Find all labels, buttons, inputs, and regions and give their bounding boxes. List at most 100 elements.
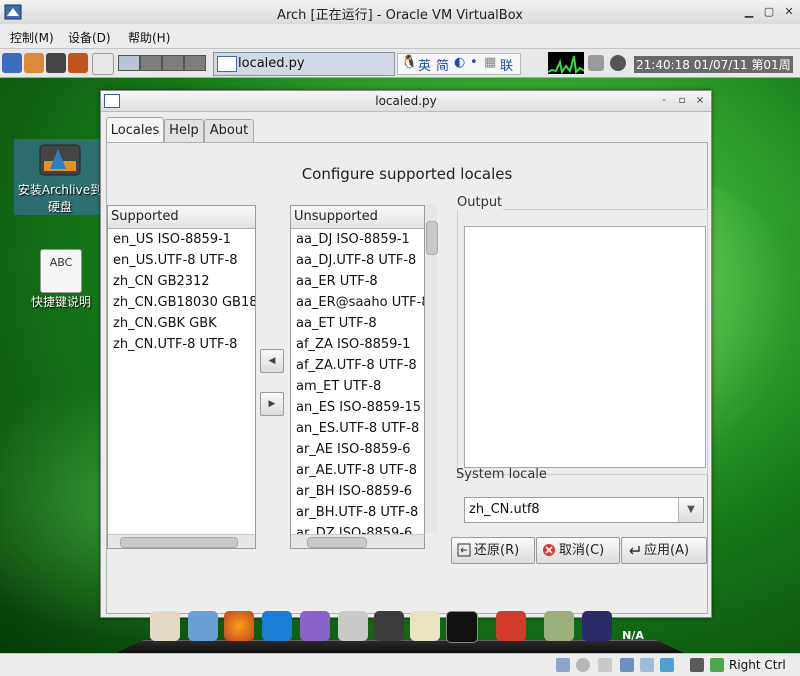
list-item[interactable]: af_ZA.UTF-8 UTF-8 [291, 355, 424, 376]
window-minimize-button[interactable]: - [657, 94, 671, 108]
list-item[interactable]: af_ZA ISO-8859-1 [291, 334, 424, 355]
window-maximize-button[interactable]: ▫ [675, 94, 689, 108]
desktop-icon-install[interactable]: 安装Archlive到 硬盘 [14, 139, 106, 215]
package-icon[interactable] [496, 611, 526, 641]
terminal-icon[interactable] [46, 53, 66, 73]
list-item[interactable]: aa_ER UTF-8 [291, 271, 424, 292]
list-item[interactable]: am_ET UTF-8 [291, 376, 424, 397]
list-item[interactable]: ar_AE.UTF-8 UTF-8 [291, 460, 424, 481]
ime-link[interactable]: 联 [500, 55, 513, 74]
firefox-dock-icon[interactable] [224, 611, 254, 641]
revert-icon [457, 543, 471, 556]
list-item[interactable]: ar_AE ISO-8859-6 [291, 439, 424, 460]
apply-icon [629, 545, 640, 554]
harddisk-status-icon[interactable] [556, 658, 570, 672]
hostkey-arrow-icon[interactable] [710, 658, 724, 672]
tab-about[interactable]: About [204, 119, 254, 142]
cancel-button[interactable]: 取消(C) [536, 537, 620, 564]
player-icon[interactable] [374, 611, 404, 641]
hostkey-label: Right Ctrl [729, 658, 786, 672]
usb-status-icon[interactable] [598, 658, 612, 672]
supported-list[interactable]: Supported en_US ISO-8859-1 en_US.UTF-8 U… [107, 205, 256, 549]
terminal-dock-icon[interactable] [446, 611, 478, 643]
list-item[interactable]: an_ES ISO-8859-15 [291, 397, 424, 418]
list-item[interactable]: aa_ET UTF-8 [291, 313, 424, 334]
shared-folder-icon[interactable] [640, 658, 654, 672]
system-monitor-icon[interactable] [582, 611, 612, 641]
output-textarea[interactable] [464, 226, 706, 468]
list-item[interactable]: zh_CN GB2312 [108, 271, 255, 292]
unsupported-header[interactable]: Unsupported [291, 206, 424, 229]
apply-button[interactable]: 应用(A) [621, 537, 707, 564]
list-item[interactable]: zh_CN.GBK GBK [108, 313, 255, 334]
scroll-thumb[interactable] [120, 537, 238, 548]
home-folder-icon[interactable] [24, 53, 44, 73]
punct-icon[interactable]: • [470, 55, 478, 70]
host-maximize-button[interactable]: ▢ [762, 5, 776, 19]
network-icon[interactable] [588, 55, 604, 71]
workspace-1[interactable] [118, 55, 140, 71]
system-locale-select[interactable]: zh_CN.utf8 ▼ [464, 497, 704, 523]
weather-icon[interactable]: N/A [618, 611, 648, 642]
desktop-icon-shortcuts[interactable]: ABC 快捷键说明 [20, 249, 102, 310]
tab-help[interactable]: Help [164, 119, 204, 142]
menu-help[interactable]: 帮助(H) [128, 29, 170, 46]
display-status-icon[interactable] [660, 658, 674, 672]
window-close-button[interactable]: × [693, 94, 707, 108]
text-document-icon: ABC [40, 249, 82, 293]
taskbar-item[interactable]: localed.py [213, 52, 395, 76]
cd-status-icon[interactable] [576, 658, 590, 672]
move-right-button[interactable]: ▶ [260, 392, 284, 416]
teamviewer-icon[interactable] [262, 611, 292, 641]
menu-control[interactable]: 控制(M) [10, 29, 54, 46]
scroll-thumb[interactable] [426, 221, 438, 255]
unsupported-hscrollbar[interactable] [291, 534, 424, 548]
volume-icon[interactable] [610, 55, 626, 71]
list-item[interactable]: zh_CN.UTF-8 UTF-8 [108, 334, 255, 355]
firefox-icon[interactable] [68, 53, 88, 73]
list-item[interactable]: zh_CN.GB18030 GB18030 [108, 292, 255, 313]
scroll-thumb[interactable] [307, 537, 367, 548]
list-item[interactable]: aa_ER@saaho UTF-8 [291, 292, 424, 313]
supported-header[interactable]: Supported [108, 206, 255, 229]
list-item[interactable]: aa_DJ ISO-8859-1 [291, 229, 424, 250]
shell-icon[interactable] [150, 611, 180, 641]
revert-button[interactable]: 还原(R) [451, 537, 535, 564]
list-item[interactable]: ar_BH ISO-8859-6 [291, 481, 424, 502]
host-minimize-button[interactable]: ▁ [742, 5, 756, 19]
media-icon[interactable] [338, 611, 368, 641]
workspace-4[interactable] [184, 55, 206, 71]
ime-charset[interactable]: 简 [436, 55, 449, 74]
workspace-2[interactable] [140, 55, 162, 71]
list-item[interactable]: en_US ISO-8859-1 [108, 229, 255, 250]
host-window-title: Arch [正在运行] - Oracle VM VirtualBox [277, 8, 523, 23]
clock[interactable]: 21:40:18 01/07/11 第01周 [634, 56, 793, 73]
ime-mode[interactable]: 英 [418, 55, 431, 74]
list-item[interactable]: en_US.UTF-8 UTF-8 [108, 250, 255, 271]
moon-icon[interactable]: ◐ [454, 55, 465, 70]
window-titlebar[interactable]: localed.py - ▫ × [101, 91, 711, 112]
revert-button-label: 还原(R) [474, 543, 520, 558]
list-item[interactable]: ar_BH.UTF-8 UTF-8 [291, 502, 424, 523]
text-editor-icon[interactable] [410, 611, 440, 641]
drive-icon[interactable] [544, 611, 574, 641]
input-method-bar[interactable]: 🐧 英 简 ◐ • ▦ 联 [397, 53, 521, 75]
supported-hscrollbar[interactable] [108, 534, 255, 548]
tab-locales[interactable]: Locales [106, 117, 164, 142]
trash-icon[interactable] [188, 611, 218, 641]
keyboard-icon[interactable]: ▦ [484, 55, 496, 70]
move-left-button[interactable]: ◀ [260, 349, 284, 373]
unsupported-vscrollbar[interactable] [425, 205, 438, 533]
chevron-down-icon[interactable]: ▼ [678, 498, 703, 522]
pidgin-icon[interactable] [300, 611, 330, 641]
list-item[interactable]: an_ES.UTF-8 UTF-8 [291, 418, 424, 439]
menu-devices[interactable]: 设备(D) [68, 29, 111, 46]
show-desktop-icon[interactable] [92, 53, 114, 75]
mouse-integration-icon[interactable] [690, 658, 704, 672]
app-menu-icon[interactable] [2, 53, 22, 73]
host-close-button[interactable]: ✕ [782, 5, 796, 19]
network-status-icon[interactable] [620, 658, 634, 672]
workspace-3[interactable] [162, 55, 184, 71]
unsupported-list[interactable]: Unsupported aa_DJ ISO-8859-1 aa_DJ.UTF-8… [290, 205, 425, 549]
list-item[interactable]: aa_DJ.UTF-8 UTF-8 [291, 250, 424, 271]
